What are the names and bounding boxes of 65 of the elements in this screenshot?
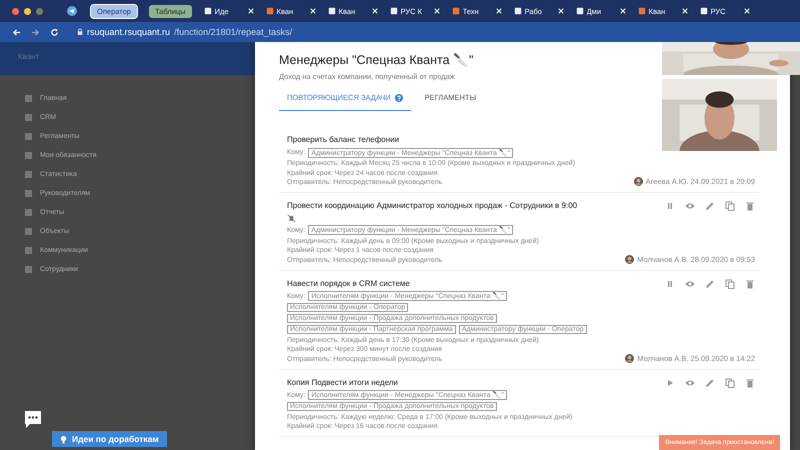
page-icon: [638, 7, 646, 15]
close-icon[interactable]: [434, 8, 440, 14]
page-icon: [514, 7, 522, 15]
task-title[interactable]: Провести координацию Администратор холодных продаж - Сотрудники в 9:00: [287, 201, 617, 210]
task-title[interactable]: Навести порядок в CRM системе: [287, 278, 617, 288]
telegram-icon[interactable]: [67, 6, 77, 16]
pencil-icon[interactable]: [705, 378, 715, 388]
close-window-button[interactable]: [12, 8, 19, 14]
copy-icon[interactable]: [725, 278, 735, 288]
menu-icon: [25, 152, 32, 159]
eye-icon[interactable]: [685, 201, 695, 211]
site-title: Квант: [18, 52, 40, 61]
menu-icon: [25, 171, 32, 178]
close-icon[interactable]: [372, 8, 378, 14]
close-icon[interactable]: [496, 8, 502, 14]
close-icon[interactable]: [620, 8, 626, 14]
back-icon[interactable]: [12, 28, 21, 36]
copy-icon[interactable]: [725, 201, 735, 211]
chat-icon[interactable]: [23, 409, 43, 429]
pause-icon[interactable]: [665, 201, 675, 211]
page-icon: [390, 7, 398, 15]
menu-icon: [25, 209, 32, 216]
menu-icon: [25, 266, 32, 273]
reload-icon[interactable]: [50, 28, 59, 36]
menu-icon: [25, 190, 32, 197]
trash-icon[interactable]: [745, 378, 755, 388]
task-title[interactable]: Проверить баланс телефонии: [287, 135, 617, 144]
menu-icon: [25, 114, 32, 121]
eye-icon[interactable]: [685, 278, 695, 288]
task-title[interactable]: Копия Подвести итоги недели: [287, 378, 617, 386]
menu-icon: [25, 228, 32, 235]
page-icon: [328, 7, 336, 15]
pause-icon[interactable]: [665, 278, 675, 288]
menu-icon: [25, 133, 32, 140]
close-icon[interactable]: [744, 8, 750, 14]
page-icon: [700, 7, 708, 15]
ideas-button[interactable]: Идеи по доработкам: [52, 431, 167, 447]
page-icon: [204, 7, 212, 15]
eye-icon[interactable]: [685, 378, 695, 388]
page-icon: [576, 7, 584, 15]
minimize-window-button[interactable]: [24, 8, 31, 14]
close-icon[interactable]: [682, 8, 688, 14]
forward-icon[interactable]: [31, 28, 40, 36]
pencil-icon[interactable]: [705, 201, 715, 211]
trash-icon[interactable]: [745, 201, 755, 211]
close-icon[interactable]: [310, 8, 316, 14]
help-icon[interactable]: [394, 94, 403, 102]
maximize-window-button[interactable]: [36, 8, 43, 14]
close-icon[interactable]: [248, 8, 254, 14]
avatar-icon: [634, 177, 643, 186]
lock-icon: [77, 28, 83, 36]
menu-icon: [25, 95, 32, 102]
page-icon: [452, 7, 460, 15]
trash-icon[interactable]: [745, 278, 755, 288]
address-field[interactable]: rsuquant.rsuquant.ru /function/21801/repeat_tasks/: [77, 27, 292, 37]
avatar-icon: [625, 354, 634, 362]
copy-icon[interactable]: [725, 378, 735, 388]
pencil-icon[interactable]: [705, 278, 715, 288]
play-icon[interactable]: [665, 378, 675, 388]
menu-icon: [25, 247, 32, 254]
avatar-icon: [625, 254, 634, 264]
lightbulb-icon: [60, 434, 67, 444]
panel-title: Менеджеры "Спецназ Кванта 🔪": [279, 52, 474, 67]
close-icon[interactable]: [558, 8, 564, 14]
page-icon: [266, 7, 274, 15]
